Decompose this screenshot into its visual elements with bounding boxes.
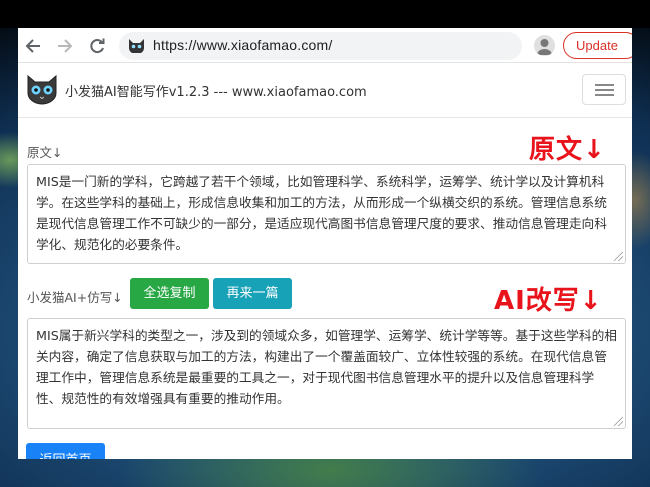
- original-label: 原文↓: [27, 145, 63, 160]
- browser-window: https://www.xiaofamao.com/ Update 小发猫AI智…: [18, 28, 632, 459]
- original-textarea[interactable]: MIS是一门新的学科，它跨越了若干个领域，比如管理科学、系统科学，运筹学、统计学…: [27, 164, 626, 264]
- rewrite-textarea[interactable]: MIS属于新兴学科的类型之一，涉及到的领域众多，如管理学、运筹学、统计学等等。基…: [27, 318, 626, 429]
- site-navbar: 小发猫AI智能写作v1.2.3 --- www.xiaofamao.com: [18, 63, 632, 118]
- hamburger-line: [595, 89, 614, 91]
- back-home-button[interactable]: 返回首页: [26, 443, 105, 459]
- original-text: MIS是一门新的学科，它跨越了若干个领域，比如管理科学、系统科学，运筹学、统计学…: [36, 174, 607, 252]
- url-text: https://www.xiaofamao.com/: [153, 37, 333, 53]
- select-all-copy-button[interactable]: 全选复制: [130, 278, 209, 309]
- address-bar[interactable]: https://www.xiaofamao.com/: [119, 32, 522, 60]
- browser-toolbar: https://www.xiaofamao.com/ Update: [18, 28, 632, 63]
- reload-icon[interactable]: [86, 35, 108, 57]
- site-brand[interactable]: 小发猫AI智能写作v1.2.3 --- www.xiaofamao.com: [65, 81, 367, 100]
- rewrite-label: 小发猫AI+仿写↓: [27, 290, 123, 305]
- site-cat-icon: [128, 38, 145, 55]
- hamburger-line: [595, 94, 614, 96]
- forward-arrow-icon[interactable]: [54, 35, 76, 57]
- profile-icon[interactable]: [534, 35, 555, 56]
- rewrite-text: MIS属于新兴学科的类型之一，涉及到的领域众多，如管理学、运筹学、统计学等等。基…: [36, 328, 617, 406]
- resize-handle[interactable]: [614, 252, 623, 261]
- hamburger-icon: [595, 84, 614, 86]
- logo-cat-icon[interactable]: [25, 72, 59, 106]
- rewrite-overlay-caption: AI改写↓: [494, 286, 603, 316]
- resize-handle[interactable]: [614, 417, 623, 426]
- update-button[interactable]: Update: [563, 32, 632, 59]
- top-black-bar: [0, 0, 650, 28]
- back-arrow-icon[interactable]: [22, 35, 44, 57]
- generate-again-button[interactable]: 再来一篇: [213, 278, 292, 309]
- original-overlay-caption: 原文↓: [529, 135, 606, 165]
- menu-toggle-button[interactable]: [582, 74, 626, 105]
